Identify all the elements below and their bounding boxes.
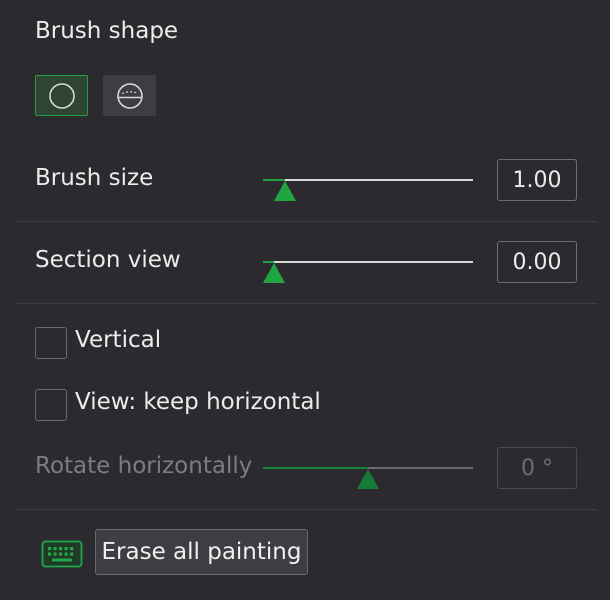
brush-size-slider[interactable] bbox=[263, 165, 473, 201]
slider-fill bbox=[263, 467, 368, 469]
slider-track bbox=[263, 261, 473, 263]
brush-shape-label: Brush shape bbox=[35, 18, 179, 44]
section-view-value[interactable]: 0.00 bbox=[497, 241, 577, 283]
rotate-horizontally-label: Rotate horizontally bbox=[35, 453, 253, 479]
rotate-horizontally-value: 0 ° bbox=[497, 447, 577, 489]
circle-shape-button[interactable] bbox=[35, 75, 88, 116]
circle-icon bbox=[48, 82, 76, 110]
keep-horizontal-checkbox[interactable] bbox=[35, 389, 67, 421]
keep-horizontal-label: View: keep horizontal bbox=[75, 389, 321, 415]
keyboard-icon bbox=[41, 540, 83, 568]
divider bbox=[15, 221, 597, 222]
vertical-label: Vertical bbox=[75, 327, 162, 353]
sphere-shape-button[interactable] bbox=[103, 75, 156, 116]
slider-thumb bbox=[357, 469, 379, 489]
vertical-checkbox[interactable] bbox=[35, 327, 67, 359]
rotate-horizontally-slider bbox=[263, 453, 473, 489]
section-view-slider[interactable] bbox=[263, 247, 473, 283]
brush-size-label: Brush size bbox=[35, 165, 154, 191]
brush-size-value[interactable]: 1.00 bbox=[497, 159, 577, 201]
divider bbox=[15, 303, 597, 304]
slider-thumb[interactable] bbox=[263, 263, 285, 283]
slider-thumb[interactable] bbox=[274, 181, 297, 201]
erase-all-painting-button[interactable]: Erase all painting bbox=[95, 529, 308, 575]
sphere-icon bbox=[116, 82, 144, 110]
section-view-label: Section view bbox=[35, 247, 181, 273]
divider bbox=[15, 509, 597, 510]
